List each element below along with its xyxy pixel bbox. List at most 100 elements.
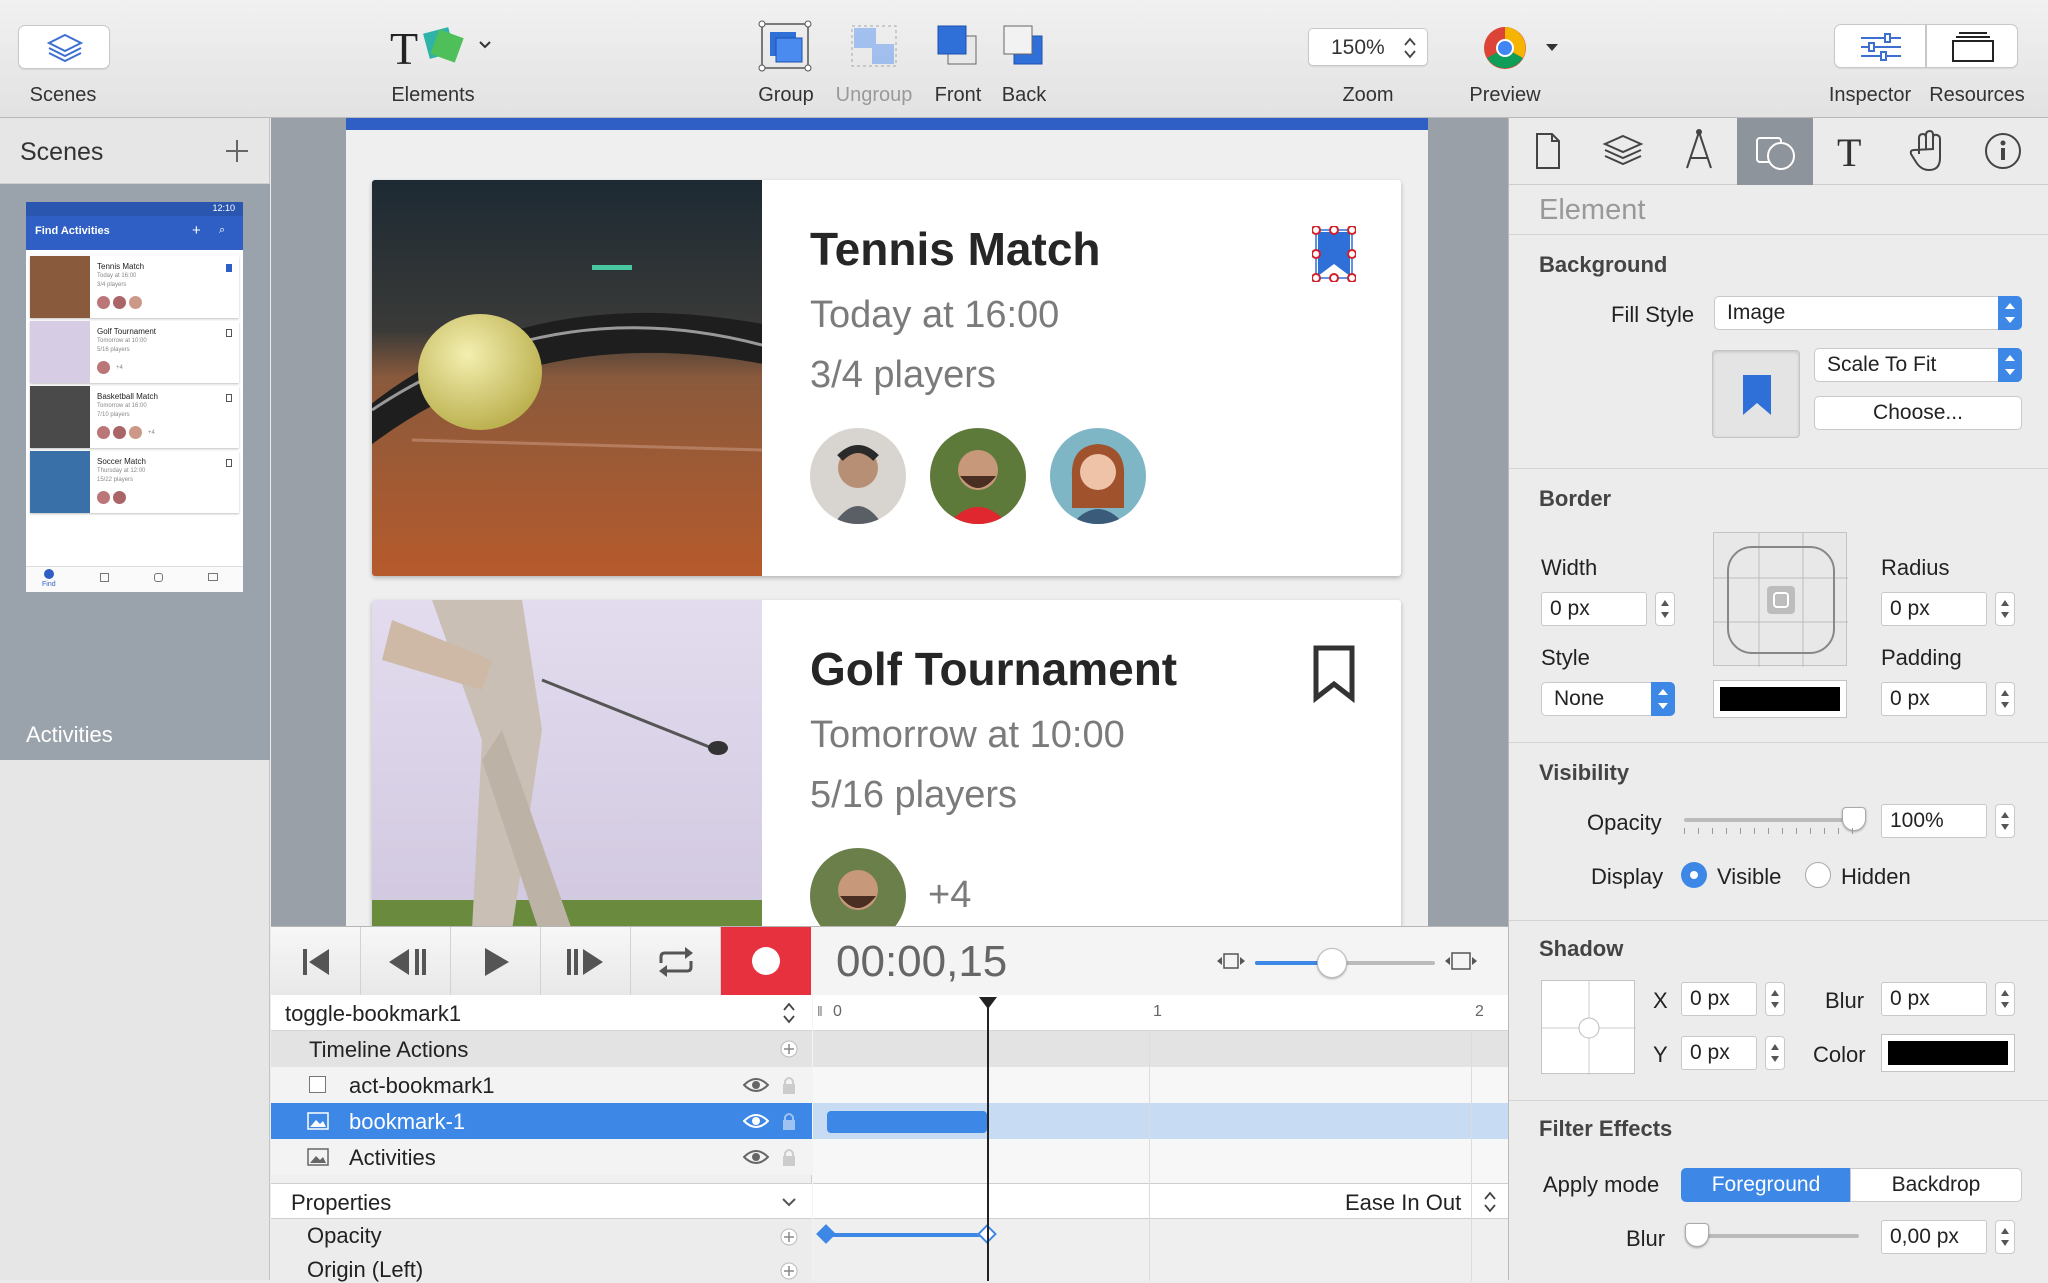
border-width-stepper[interactable] <box>1655 592 1675 626</box>
record-button[interactable] <box>721 927 811 995</box>
tab-element[interactable] <box>1737 118 1813 185</box>
layer-row-act-bookmark1[interactable]: act-bookmark1 <box>271 1067 812 1103</box>
thumb-item-line2: 3/4 players <box>97 282 127 288</box>
playhead-line[interactable] <box>987 1007 989 1281</box>
avatar <box>810 848 906 926</box>
radius-field[interactable] <box>1881 592 1987 626</box>
filter-blur-stepper[interactable] <box>1995 1220 2015 1254</box>
lock-icon[interactable] <box>781 1147 797 1167</box>
thumb-item-title: Golf Tournament <box>97 327 156 336</box>
add-keyframe-icon[interactable] <box>779 1227 799 1247</box>
activity-card-golf[interactable]: Golf Tournament Tomorrow at 10:00 5/16 p… <box>372 600 1401 926</box>
timeline-selector[interactable]: toggle-bookmark1 <box>271 995 812 1031</box>
scenes-toggle-button[interactable] <box>18 25 110 69</box>
foreground-segment[interactable]: Foreground <box>1681 1168 1851 1202</box>
step-forward-button[interactable] <box>541 927 631 995</box>
loop-button[interactable] <box>631 927 721 995</box>
property-row-opacity[interactable]: Opacity <box>271 1219 812 1253</box>
time-ruler[interactable]: ‖ 0 1 2 <box>813 995 1508 1031</box>
shadow-y-stepper[interactable] <box>1765 1036 1785 1070</box>
group-button[interactable] <box>758 20 814 72</box>
add-scene-icon[interactable] <box>224 138 250 164</box>
layers-icon[interactable] <box>1585 118 1661 184</box>
scene-item-activities[interactable]: 12:10 Find Activities + ⌕ Tennis Match To… <box>0 184 270 760</box>
divider <box>1509 742 2048 743</box>
opacity-slider[interactable] <box>1684 807 1866 834</box>
visible-radio[interactable] <box>1681 862 1707 888</box>
hand-icon[interactable] <box>1889 118 1965 184</box>
radius-stepper[interactable] <box>1995 592 2015 626</box>
slider-knob[interactable] <box>1685 1223 1709 1247</box>
eye-icon[interactable] <box>743 1076 769 1094</box>
shadow-x-stepper[interactable] <box>1765 982 1785 1016</box>
add-action-icon[interactable] <box>779 1039 799 1059</box>
scene-name: Activities <box>26 722 113 747</box>
thumb-item-line2: 5/16 players <box>97 347 130 353</box>
opacity-stepper[interactable] <box>1995 804 2015 838</box>
document-icon[interactable] <box>1509 118 1585 184</box>
thumb-bookmark-icon <box>226 459 232 467</box>
bookmark-outline-icon[interactable] <box>1310 644 1358 704</box>
text-icon[interactable]: T <box>1813 118 1889 184</box>
activity-card-tennis[interactable]: Tennis Match Today at 16:00 3/4 players <box>372 180 1401 576</box>
shadow-y-field[interactable] <box>1681 1036 1757 1070</box>
border-color-well[interactable] <box>1713 680 1847 718</box>
timeline-panel: 00:00,15 toggle-bookmark1 Timeline Actio… <box>271 926 1508 1282</box>
padding-stepper[interactable] <box>1995 682 2015 716</box>
eye-icon[interactable] <box>743 1112 769 1130</box>
lock-icon[interactable] <box>781 1075 797 1095</box>
hidden-radio[interactable] <box>1805 862 1831 888</box>
step-back-button[interactable] <box>361 927 451 995</box>
play-button[interactable] <box>451 927 541 995</box>
layer-row-bookmark-1[interactable]: bookmark-1 <box>271 1103 812 1139</box>
backdrop-segment[interactable]: Backdrop <box>1850 1168 2022 1202</box>
elements-button[interactable]: T <box>388 20 498 74</box>
eye-icon[interactable] <box>743 1148 769 1166</box>
choose-image-button[interactable]: Choose... <box>1814 396 2022 430</box>
image-well[interactable] <box>1712 350 1800 438</box>
preview-button[interactable] <box>1480 24 1564 70</box>
border-side-picker[interactable] <box>1713 532 1848 667</box>
go-to-start-button[interactable] <box>271 927 361 995</box>
scale-select[interactable]: Scale To Fit <box>1814 348 2022 382</box>
shadow-blur-field[interactable] <box>1881 982 1987 1016</box>
border-style-label: Style <box>1541 645 1590 670</box>
animation-bar[interactable] <box>827 1111 987 1133</box>
shadow-offset-pad[interactable] <box>1541 980 1636 1075</box>
shadow-x-field[interactable] <box>1681 982 1757 1016</box>
timeline-zoom-out-icon[interactable] <box>1215 951 1247 971</box>
layer-row-activities[interactable]: Activities <box>271 1139 812 1175</box>
bookmark-selected-element[interactable] <box>1312 226 1356 282</box>
bring-front-button[interactable] <box>934 22 982 70</box>
properties-header[interactable]: Properties <box>271 1183 812 1219</box>
design-canvas[interactable]: Tennis Match Today at 16:00 3/4 players <box>271 118 1508 926</box>
add-keyframe-icon[interactable] <box>779 1261 799 1281</box>
filter-blur-field[interactable] <box>1881 1220 1987 1254</box>
metrics-icon[interactable] <box>1661 118 1737 184</box>
info-icon[interactable] <box>1965 118 2041 184</box>
border-width-field[interactable] <box>1541 592 1647 626</box>
filter-blur-slider[interactable] <box>1685 1223 1859 1247</box>
easing-row[interactable]: Ease In Out <box>813 1183 1508 1219</box>
group-icon <box>758 20 812 72</box>
thumb-avatar <box>129 426 142 439</box>
border-style-select[interactable]: None <box>1541 682 1675 716</box>
shadow-blur-stepper[interactable] <box>1995 982 2015 1016</box>
slider-knob[interactable] <box>1317 948 1347 978</box>
send-back-button[interactable] <box>1000 22 1048 70</box>
zoom-value: 150% <box>1331 36 1385 59</box>
lock-icon[interactable] <box>781 1111 797 1131</box>
extra-players-count: +4 <box>928 874 972 916</box>
zoom-stepper[interactable]: 150% <box>1308 28 1428 66</box>
shadow-color-well[interactable] <box>1881 1034 2015 1072</box>
property-row-origin-left[interactable]: Origin (Left) <box>271 1253 812 1282</box>
timeline-zoom-slider[interactable] <box>1255 948 1435 978</box>
updown-icon <box>783 1002 795 1024</box>
padding-field[interactable] <box>1881 682 1987 716</box>
timeline-zoom-in-icon[interactable] <box>1443 951 1479 971</box>
opacity-field[interactable] <box>1881 804 1987 838</box>
ungroup-button[interactable] <box>848 20 904 72</box>
resources-toggle-button[interactable] <box>1926 24 2018 68</box>
inspector-toggle-button[interactable] <box>1834 24 1926 68</box>
fill-style-select[interactable]: Image <box>1714 296 2022 330</box>
